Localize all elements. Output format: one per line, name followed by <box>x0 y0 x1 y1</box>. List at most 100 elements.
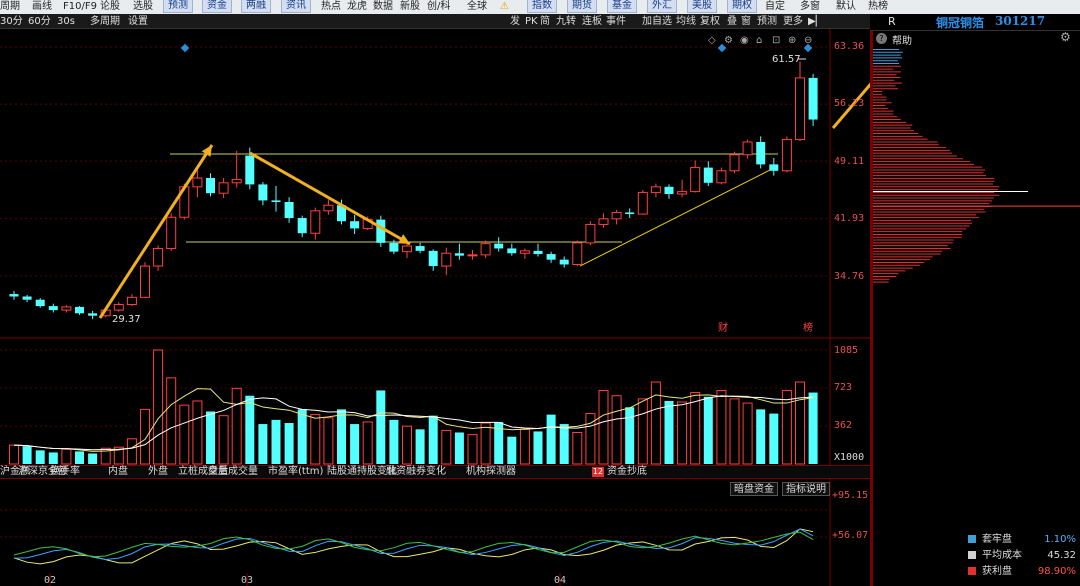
tool-item[interactable]: 发 <box>510 14 520 29</box>
help-icon: ? <box>876 33 887 44</box>
volume-bar <box>573 432 582 464</box>
menu-item[interactable]: 外汇 <box>647 0 677 13</box>
menu-item[interactable]: 数据 <box>373 0 393 14</box>
menu-item[interactable]: 资讯 <box>281 0 311 13</box>
period-item[interactable]: 设置 <box>128 14 148 29</box>
candle <box>49 306 58 310</box>
indicator-tab[interactable]: 资金抄底 <box>607 465 647 479</box>
tool-item[interactable]: 均线 <box>676 14 696 29</box>
tool-item[interactable]: 简 <box>540 14 550 29</box>
dark-pool-button[interactable]: 暗盘资金 <box>730 482 778 496</box>
gear-icon[interactable]: ⚙ <box>1060 30 1071 44</box>
menu-item[interactable]: 新股 <box>400 0 420 14</box>
kline-chart[interactable]: ◇ ⚙ ◉ ⌂ ⊡ ⊕ ⊖61.57 29.37 财 榜 <box>0 29 870 586</box>
volume-bar <box>442 430 451 464</box>
menu-item[interactable]: 创/科 <box>427 0 450 14</box>
volume-bar <box>455 432 464 464</box>
menu-item[interactable]: 资金 <box>202 0 232 13</box>
volume-tick-label: 362 <box>834 420 852 431</box>
candle <box>167 217 176 248</box>
menu-item[interactable]: 周期 <box>0 0 20 14</box>
menu-item[interactable]: 基金 <box>607 0 637 13</box>
menu-item[interactable]: 多窗 <box>800 0 820 14</box>
indicator-tab[interactable]: 内盘 <box>108 465 128 479</box>
indicator-tab[interactable]: 外盘 <box>148 465 168 479</box>
tool-item[interactable]: 复权 <box>700 14 720 29</box>
menu-item[interactable]: 热点 <box>321 0 341 14</box>
tool-item[interactable]: 预测 <box>757 14 777 29</box>
chart-tool-icon: ◇ <box>708 35 716 46</box>
period-item[interactable]: 30s <box>57 14 75 29</box>
volume-bar <box>324 418 333 464</box>
candle <box>678 192 687 194</box>
volume-bar <box>376 390 385 464</box>
menu-item[interactable]: F10/F9 <box>63 0 97 14</box>
menu-item[interactable]: 美股 <box>687 0 717 13</box>
tool-item[interactable]: PK <box>525 14 538 29</box>
volume-bar <box>809 393 818 464</box>
trend-line <box>580 166 778 266</box>
tool-item[interactable]: 窗 <box>741 14 751 29</box>
legend-swatch <box>968 567 976 575</box>
volume-bar <box>717 390 726 464</box>
menu-item[interactable]: 热榜 <box>868 0 888 14</box>
indicator-tab[interactable]: 盘后成交量 <box>208 465 258 479</box>
volume-bar <box>258 424 267 464</box>
tool-item[interactable]: 九转 <box>556 14 576 29</box>
menu-item[interactable]: 预测 <box>163 0 193 13</box>
period-item[interactable]: 60分 <box>28 14 51 29</box>
menu-item[interactable]: 期货 <box>567 0 597 13</box>
volume-bar <box>507 437 516 464</box>
menu-item[interactable]: 期权 <box>727 0 757 13</box>
help-bar[interactable]: ? 帮助 ⚙ <box>872 31 1080 47</box>
alert-icon[interactable]: ⚠ <box>500 0 509 14</box>
volume-bar <box>232 388 241 464</box>
tool-item[interactable]: 连板 <box>582 14 602 29</box>
indicator-tab[interactable]: 市盈率(ttm) <box>268 465 323 479</box>
candle <box>665 187 674 194</box>
menu-item[interactable]: 两融 <box>241 0 271 13</box>
indicator-tab[interactable]: 换手率 <box>50 465 80 479</box>
period-item[interactable]: 多周期 <box>90 14 120 29</box>
candle <box>586 224 595 242</box>
menu-item[interactable]: 龙虎 <box>347 0 367 14</box>
volume-bar <box>403 426 412 464</box>
indicator-tab[interactable]: 机构探测器 <box>466 465 516 479</box>
expand-icon[interactable]: ▶▏ <box>808 14 823 29</box>
candle <box>743 142 752 155</box>
tool-item[interactable]: 加自选 <box>642 14 672 29</box>
tool-item[interactable]: 更多 <box>783 14 803 29</box>
candle <box>429 251 438 266</box>
menu-item[interactable]: 论股 <box>100 0 120 14</box>
candle <box>232 180 241 183</box>
candle <box>389 243 398 252</box>
volume-bar <box>389 420 398 464</box>
volume-bar <box>245 396 254 464</box>
candle <box>704 168 713 183</box>
volume-bar <box>665 401 674 464</box>
period-item[interactable]: 30分 <box>0 14 23 29</box>
menu-item[interactable]: 全球 <box>467 0 487 14</box>
menu-item[interactable]: 自定 <box>765 0 785 14</box>
candle <box>573 243 582 265</box>
candle <box>612 212 621 218</box>
volume-bar <box>62 449 71 464</box>
indicator-tab[interactable]: 融资融券变化 <box>386 465 446 479</box>
candle <box>651 187 660 193</box>
volume-bar <box>651 382 660 464</box>
menu-item[interactable]: 选股 <box>133 0 153 14</box>
menu-item[interactable]: 画线 <box>32 0 52 14</box>
menu-item[interactable]: 默认 <box>836 0 856 14</box>
indicator-help-button[interactable]: 指标说明 <box>782 482 830 496</box>
chart-tool-icon: ⌂ <box>756 35 762 46</box>
help-label[interactable]: 帮助 <box>892 32 912 47</box>
price-tick-label: 41.93 <box>834 213 864 224</box>
tool-item[interactable]: 叠 <box>727 14 737 29</box>
menu-item[interactable]: 指数 <box>527 0 557 13</box>
tool-item[interactable]: 事件 <box>606 14 626 29</box>
volume-bar <box>350 424 359 464</box>
volume-bar <box>468 435 477 464</box>
volume-bar <box>416 429 425 464</box>
candle <box>468 255 477 256</box>
indicator-tick-label: +95.15 <box>832 490 868 501</box>
